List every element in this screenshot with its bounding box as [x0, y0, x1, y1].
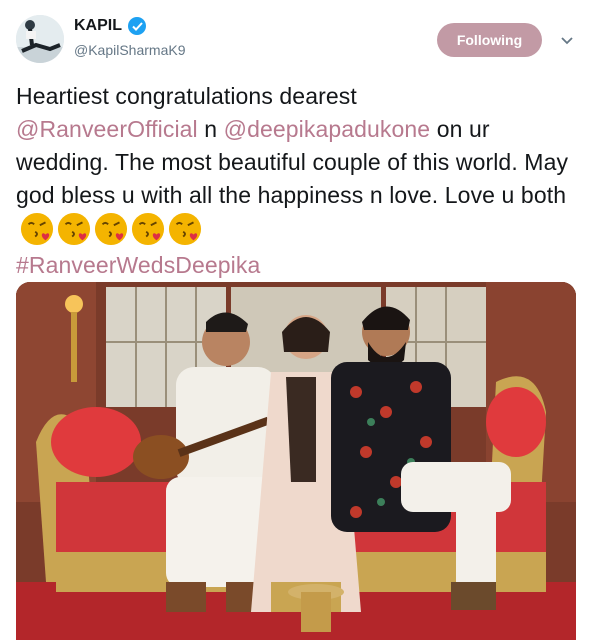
face-blowing-kiss-icon: [168, 212, 202, 246]
face-blowing-kiss-icon: [131, 212, 165, 246]
tweet-photo[interactable]: [16, 282, 576, 640]
following-button[interactable]: Following: [437, 23, 542, 57]
emoji-row: [20, 212, 202, 246]
hashtag-link[interactable]: #RanveerWedsDeepika: [16, 252, 260, 278]
face-blowing-kiss-icon: [57, 212, 91, 246]
avatar[interactable]: [16, 15, 64, 63]
display-name-text: KAPIL: [74, 17, 122, 34]
tweet-text: Heartiest congratulations dearest @Ranve…: [16, 80, 581, 282]
user-handle[interactable]: @KapilSharmaK9: [74, 42, 186, 58]
verified-badge-icon: [128, 17, 146, 35]
chevron-down-icon[interactable]: [559, 32, 575, 48]
tweet-text-connector: n: [197, 116, 224, 142]
avatar-image: [16, 15, 64, 63]
photo-image: [16, 282, 576, 640]
mention-ranveer[interactable]: @RanveerOfficial: [16, 116, 198, 142]
face-blowing-kiss-icon: [20, 212, 54, 246]
face-blowing-kiss-icon: [94, 212, 128, 246]
mention-deepika[interactable]: @deepikapadukone: [224, 116, 431, 142]
tweet-text-intro: Heartiest congratulations dearest: [16, 83, 357, 109]
display-name[interactable]: KAPIL: [74, 17, 146, 35]
